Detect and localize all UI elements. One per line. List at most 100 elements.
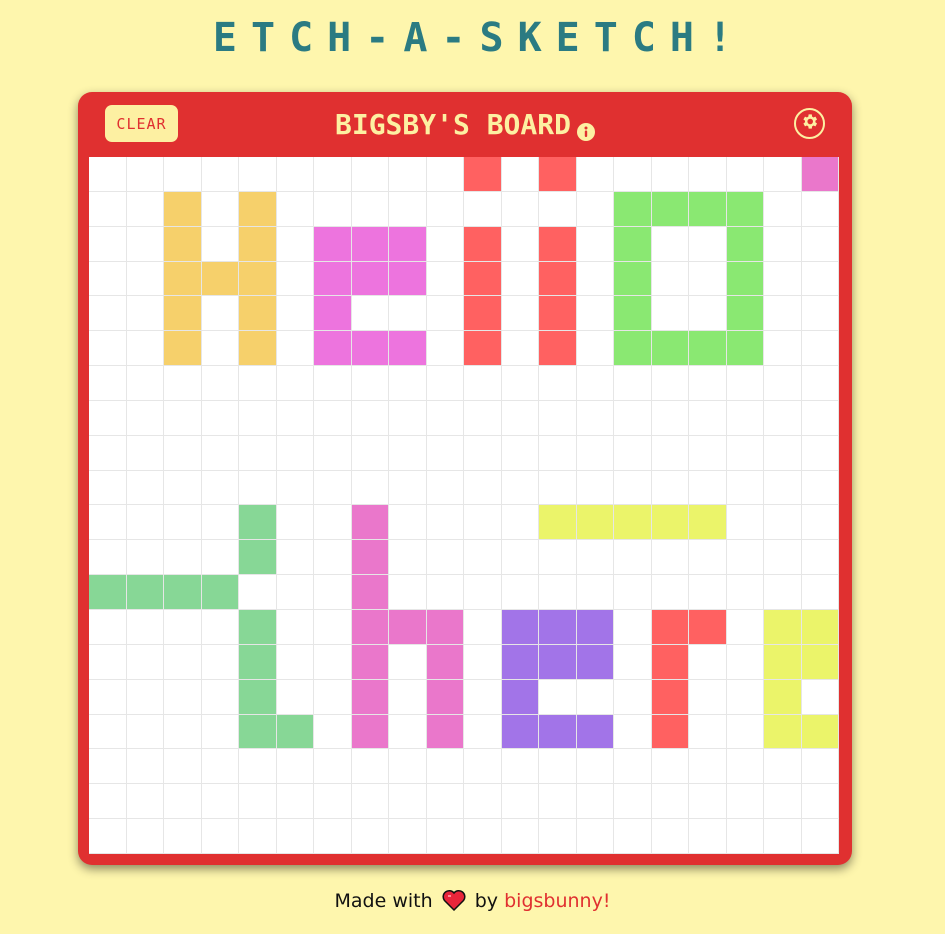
grid-cell[interactable] bbox=[201, 435, 239, 471]
grid-cell[interactable] bbox=[689, 819, 727, 854]
grid-cell[interactable] bbox=[801, 435, 839, 471]
grid-cell[interactable] bbox=[389, 714, 427, 750]
grid-cell[interactable] bbox=[764, 470, 802, 506]
drawing-grid[interactable] bbox=[89, 157, 839, 854]
grid-cell[interactable] bbox=[201, 296, 239, 332]
grid-cell[interactable] bbox=[726, 296, 764, 332]
grid-cell[interactable] bbox=[501, 470, 539, 506]
grid-cell[interactable] bbox=[126, 400, 164, 436]
grid-cell[interactable] bbox=[126, 331, 164, 367]
grid-cell[interactable] bbox=[126, 749, 164, 785]
grid-cell[interactable] bbox=[126, 191, 164, 227]
grid-cell[interactable] bbox=[576, 366, 614, 401]
grid-cell[interactable] bbox=[239, 784, 277, 820]
grid-cell[interactable] bbox=[539, 191, 577, 227]
grid-cell[interactable] bbox=[501, 505, 539, 541]
grid-cell[interactable] bbox=[651, 296, 689, 332]
grid-cell[interactable] bbox=[314, 435, 352, 471]
grid-cell[interactable] bbox=[426, 226, 464, 262]
grid-cell[interactable] bbox=[89, 296, 127, 332]
grid-cell[interactable] bbox=[126, 366, 164, 401]
grid-cell[interactable] bbox=[164, 261, 202, 297]
grid-cell[interactable] bbox=[689, 575, 727, 611]
grid-cell[interactable] bbox=[801, 157, 839, 192]
grid-cell[interactable] bbox=[689, 610, 727, 645]
grid-cell[interactable] bbox=[689, 191, 727, 227]
grid-cell[interactable] bbox=[126, 296, 164, 332]
grid-cell[interactable] bbox=[389, 540, 427, 576]
grid-cell[interactable] bbox=[539, 366, 577, 401]
grid-cell[interactable] bbox=[276, 226, 314, 262]
grid-cell[interactable] bbox=[426, 470, 464, 506]
grid-cell[interactable] bbox=[201, 575, 239, 611]
grid-cell[interactable] bbox=[651, 644, 689, 680]
grid-cell[interactable] bbox=[539, 575, 577, 611]
grid-cell[interactable] bbox=[651, 610, 689, 645]
grid-cell[interactable] bbox=[726, 610, 764, 645]
grid-cell[interactable] bbox=[689, 470, 727, 506]
grid-cell[interactable] bbox=[801, 191, 839, 227]
grid-cell[interactable] bbox=[89, 435, 127, 471]
grid-cell[interactable] bbox=[164, 470, 202, 506]
grid-cell[interactable] bbox=[126, 505, 164, 541]
grid-cell[interactable] bbox=[539, 157, 577, 192]
grid-cell[interactable] bbox=[726, 226, 764, 262]
grid-cell[interactable] bbox=[764, 366, 802, 401]
grid-cell[interactable] bbox=[614, 157, 652, 192]
grid-cell[interactable] bbox=[501, 749, 539, 785]
grid-cell[interactable] bbox=[801, 400, 839, 436]
grid-cell[interactable] bbox=[764, 261, 802, 297]
grid-cell[interactable] bbox=[276, 157, 314, 192]
grid-cell[interactable] bbox=[501, 331, 539, 367]
grid-cell[interactable] bbox=[351, 435, 389, 471]
grid-cell[interactable] bbox=[576, 331, 614, 367]
grid-cell[interactable] bbox=[689, 157, 727, 192]
grid-cell[interactable] bbox=[239, 400, 277, 436]
grid-cell[interactable] bbox=[614, 470, 652, 506]
grid-cell[interactable] bbox=[501, 226, 539, 262]
grid-cell[interactable] bbox=[389, 331, 427, 367]
grid-cell[interactable] bbox=[201, 191, 239, 227]
grid-cell[interactable] bbox=[389, 784, 427, 820]
grid-cell[interactable] bbox=[164, 191, 202, 227]
grid-cell[interactable] bbox=[351, 819, 389, 854]
grid-cell[interactable] bbox=[726, 784, 764, 820]
grid-cell[interactable] bbox=[651, 819, 689, 854]
grid-cell[interactable] bbox=[726, 435, 764, 471]
author-link[interactable]: bigsbunny! bbox=[504, 890, 610, 912]
grid-cell[interactable] bbox=[501, 575, 539, 611]
grid-cell[interactable] bbox=[801, 714, 839, 750]
grid-cell[interactable] bbox=[426, 191, 464, 227]
grid-cell[interactable] bbox=[164, 366, 202, 401]
grid-cell[interactable] bbox=[276, 540, 314, 576]
grid-cell[interactable] bbox=[539, 470, 577, 506]
grid-cell[interactable] bbox=[201, 610, 239, 645]
grid-cell[interactable] bbox=[464, 470, 502, 506]
grid-cell[interactable] bbox=[651, 435, 689, 471]
grid-cell[interactable] bbox=[389, 226, 427, 262]
grid-cell[interactable] bbox=[89, 784, 127, 820]
grid-cell[interactable] bbox=[726, 505, 764, 541]
grid-cell[interactable] bbox=[726, 470, 764, 506]
grid-cell[interactable] bbox=[689, 679, 727, 715]
grid-cell[interactable] bbox=[89, 400, 127, 436]
grid-cell[interactable] bbox=[314, 784, 352, 820]
grid-cell[interactable] bbox=[426, 679, 464, 715]
grid-cell[interactable] bbox=[126, 470, 164, 506]
grid-cell[interactable] bbox=[614, 191, 652, 227]
grid-cell[interactable] bbox=[201, 261, 239, 297]
grid-cell[interactable] bbox=[314, 540, 352, 576]
grid-cell[interactable] bbox=[314, 226, 352, 262]
grid-cell[interactable] bbox=[276, 714, 314, 750]
grid-cell[interactable] bbox=[89, 819, 127, 854]
grid-cell[interactable] bbox=[239, 505, 277, 541]
grid-cell[interactable] bbox=[801, 366, 839, 401]
grid-cell[interactable] bbox=[801, 540, 839, 576]
grid-cell[interactable] bbox=[201, 819, 239, 854]
grid-cell[interactable] bbox=[539, 644, 577, 680]
grid-cell[interactable] bbox=[389, 819, 427, 854]
grid-cell[interactable] bbox=[764, 819, 802, 854]
grid-cell[interactable] bbox=[726, 191, 764, 227]
grid-cell[interactable] bbox=[351, 191, 389, 227]
grid-cell[interactable] bbox=[389, 679, 427, 715]
